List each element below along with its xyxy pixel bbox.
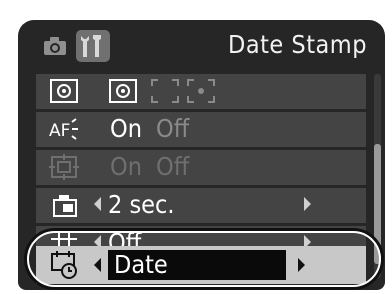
metering-mode-row[interactable]: [36, 74, 366, 109]
camera-tab[interactable]: [42, 34, 68, 58]
evaluative-metering-option[interactable]: [108, 78, 138, 104]
af-on-option[interactable]: On: [110, 113, 142, 145]
digital-zoom-row[interactable]: On Off: [36, 150, 366, 185]
camera-icon: [44, 37, 66, 55]
center-weighted-metering-option[interactable]: [150, 78, 180, 104]
scrollbar[interactable]: [374, 74, 381, 278]
setup-tab[interactable]: [76, 30, 110, 62]
metering-mode-icon: [48, 76, 80, 106]
date-stamp-value: Date: [108, 250, 286, 280]
menu-header: Date Stamp: [18, 20, 385, 72]
scrollbar-thumb[interactable]: [374, 144, 381, 264]
review-right-arrow-icon[interactable]: [304, 197, 311, 211]
lcd-panel: Date Stamp AF On Off On Off 2 sec. Off D…: [18, 20, 385, 290]
camera-screen: Date Stamp AF On Off On Off 2 sec. Off D…: [0, 0, 392, 294]
af-frame-row[interactable]: AF On Off: [36, 112, 366, 147]
date-stamp-left-arrow-icon[interactable]: [94, 258, 101, 272]
page-title: Date Stamp: [228, 30, 367, 59]
review-row[interactable]: 2 sec.: [36, 188, 366, 223]
svg-text:AF: AF: [49, 121, 70, 141]
date-stamp-row[interactable]: Date: [36, 246, 366, 284]
af-off-option[interactable]: Off: [156, 113, 189, 145]
setup-tools-icon: [81, 35, 101, 57]
digital-zoom-icon: [48, 152, 80, 182]
zoom-off-option[interactable]: Off: [156, 151, 189, 183]
date-stamp-icon: [48, 250, 80, 280]
zoom-on-option[interactable]: On: [110, 151, 142, 183]
review-icon: [48, 190, 80, 220]
spot-metering-option[interactable]: [186, 78, 216, 104]
review-value: 2 sec.: [108, 190, 175, 219]
date-stamp-right-arrow-icon[interactable]: [298, 258, 305, 272]
review-left-arrow-icon[interactable]: [94, 197, 101, 211]
af-frame-icon: AF: [48, 114, 80, 144]
